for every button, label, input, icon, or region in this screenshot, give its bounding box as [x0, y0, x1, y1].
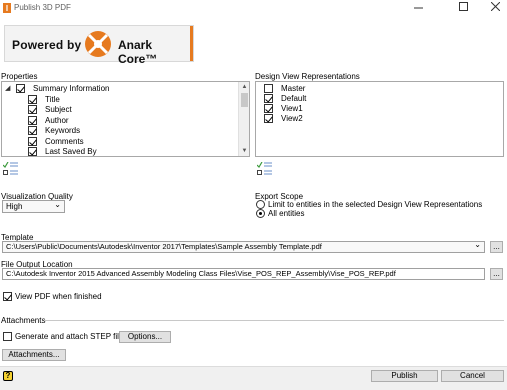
inventor-app-icon: I	[3, 3, 11, 13]
anark-logo-banner: Powered by Anark Core™	[4, 25, 194, 66]
radio-label: Limit to entities in the selected Design…	[268, 200, 483, 209]
options-button[interactable]: Options...	[119, 331, 171, 343]
close-button[interactable]	[484, 1, 506, 15]
checkbox-title[interactable]	[28, 95, 37, 104]
maximize-button[interactable]	[452, 1, 474, 15]
output-browse-button[interactable]: ...	[490, 268, 503, 280]
attachments-divider	[44, 320, 504, 321]
checkbox-generate-step[interactable]	[3, 332, 12, 341]
tree-expander-icon[interactable]: ◢	[5, 84, 10, 94]
view-pdf-label: View PDF when finished	[15, 292, 102, 301]
logo-accent-band	[190, 26, 193, 61]
checkbox-view-pdf[interactable]	[3, 292, 12, 301]
output-location-input[interactable]: C:\Autodesk Inventor 2015 Advanced Assem…	[2, 268, 485, 280]
attachments-label: Attachments	[1, 316, 46, 325]
export-scope-option-all[interactable]: All entities	[256, 209, 376, 219]
title-bar: I Publish 3D PDF	[0, 0, 507, 17]
properties-scrollbar[interactable]: ▲ ▼	[238, 82, 249, 156]
tree-node-label: Summary Information	[33, 84, 110, 93]
radio-label: All entities	[268, 209, 305, 218]
template-select[interactable]: C:\Users\Public\Documents\Autodesk\Inven…	[2, 241, 485, 253]
minimize-button[interactable]	[407, 1, 429, 15]
uncheck-all-icon[interactable]	[3, 170, 19, 176]
check-all-views-icon[interactable]	[257, 162, 273, 168]
tree-node-label: Title	[45, 95, 60, 104]
design-views-list[interactable]: Master Default View1 View2	[255, 81, 504, 157]
visualization-quality-value: High	[6, 202, 23, 211]
check-all-icon[interactable]	[3, 162, 19, 168]
tree-node-label: Comments	[45, 137, 84, 146]
dialog-footer: ? Publish Cancel	[0, 366, 507, 390]
checkbox-view2[interactable]	[264, 114, 273, 123]
anark-logo-icon	[85, 31, 111, 57]
checkbox-master[interactable]	[264, 84, 273, 93]
scroll-down-icon[interactable]: ▼	[240, 147, 249, 155]
radio-limit-to-design-views[interactable]	[256, 200, 265, 209]
checkbox-author[interactable]	[28, 116, 37, 125]
checkbox-comments[interactable]	[28, 137, 37, 146]
view-pdf-option[interactable]: View PDF when finished	[3, 292, 133, 302]
step-file-label: Generate and attach STEP file	[15, 332, 124, 341]
checkbox-default[interactable]	[264, 94, 273, 103]
radio-all-entities[interactable]	[256, 209, 265, 218]
scroll-up-icon[interactable]: ▲	[240, 83, 249, 91]
checkbox-last-saved-by[interactable]	[28, 147, 37, 156]
template-browse-button[interactable]: ...	[490, 241, 503, 253]
tree-node-label: Last Saved By	[45, 147, 97, 156]
template-path: C:\Users\Public\Documents\Autodesk\Inven…	[6, 242, 322, 251]
checkbox-view1[interactable]	[264, 104, 273, 113]
scrollbar-thumb[interactable]	[241, 93, 248, 107]
publish-button[interactable]: Publish	[371, 370, 438, 382]
attachments-button[interactable]: Attachments...	[2, 349, 66, 361]
chevron-down-icon: ⌄	[474, 241, 481, 249]
logo-powered-by: Powered by	[12, 38, 82, 52]
design-views-label: Design View Representations	[255, 72, 360, 81]
minimize-icon	[413, 7, 423, 9]
svg-text:I: I	[6, 4, 8, 13]
properties-tree[interactable]: ◢ Summary Information Title Subject Auth…	[1, 81, 250, 157]
maximize-icon	[458, 2, 468, 11]
tree-node-label: Author	[45, 116, 69, 125]
output-path: C:\Autodesk Inventor 2015 Advanced Assem…	[6, 269, 396, 278]
design-view-label: Default	[281, 94, 307, 103]
design-view-label: Master	[281, 84, 306, 93]
tree-node-label: Keywords	[45, 126, 81, 135]
uncheck-all-views-icon[interactable]	[257, 170, 273, 176]
visualization-quality-select[interactable]: High ⌄	[2, 200, 65, 213]
step-file-option[interactable]: Generate and attach STEP file	[3, 332, 123, 342]
checkbox-subject[interactable]	[28, 105, 37, 114]
cancel-button[interactable]: Cancel	[441, 370, 504, 382]
chevron-down-icon: ⌄	[54, 200, 61, 209]
logo-brand: Anark Core™	[118, 38, 158, 66]
design-view-label: View2	[281, 114, 303, 123]
properties-label: Properties	[1, 72, 38, 81]
window-title: Publish 3D PDF	[14, 3, 71, 12]
close-icon	[490, 1, 500, 12]
help-icon[interactable]: ?	[3, 371, 13, 381]
design-view-label: View1	[281, 104, 303, 113]
tree-node-label: Subject	[45, 105, 72, 114]
checkbox-summary-information[interactable]	[16, 84, 25, 93]
checkbox-keywords[interactable]	[28, 126, 37, 135]
